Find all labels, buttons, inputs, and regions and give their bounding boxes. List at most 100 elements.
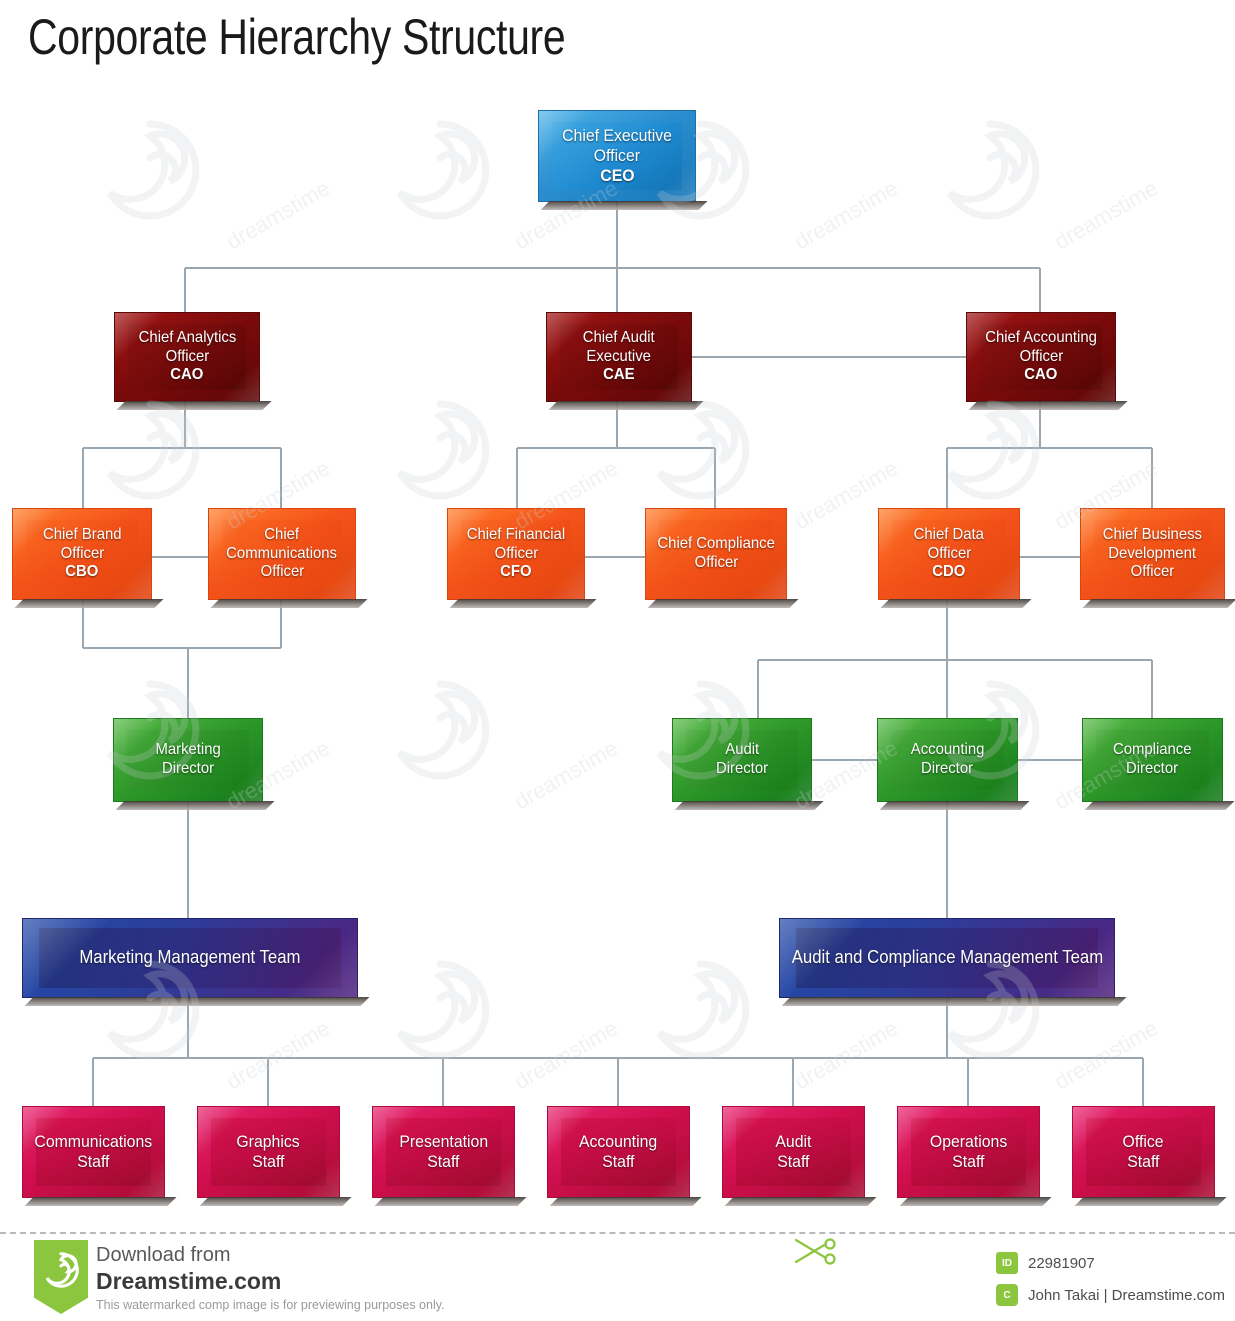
watermark-text: dreamstime [222, 1015, 334, 1094]
node-presentation-staff-line1: Presentation [399, 1131, 488, 1151]
spiral-icon [45, 1252, 79, 1288]
node-cbdo-line1: Chief Business [1102, 525, 1203, 543]
node-compliance-director[interactable]: Compliance Director [1082, 718, 1235, 810]
node-cfo-line2: Officer [494, 544, 538, 562]
node-shadow [374, 1197, 527, 1206]
node-shadow [899, 1197, 1052, 1206]
node-shadow [14, 599, 164, 608]
node-shadow [781, 997, 1127, 1006]
node-graphics-staff-line1: Graphics [236, 1131, 301, 1151]
node-communications-staff-line1: Communications [34, 1131, 153, 1151]
node-audit-staff[interactable]: Audit Staff [722, 1106, 877, 1206]
node-accounting-staff-line1: Accounting [579, 1131, 658, 1151]
node-shadow [116, 401, 272, 410]
node-shadow [115, 801, 275, 810]
node-marketing-management-team[interactable]: Marketing Management Team [22, 918, 370, 1006]
node-audit-staff-line1: Audit [775, 1131, 812, 1151]
id-chip-icon: ID [996, 1252, 1018, 1274]
node-shadow [968, 401, 1128, 410]
node-audit-director[interactable]: Audit Director [672, 718, 824, 810]
node-ceo-line2: Officer [593, 145, 641, 165]
node-shadow [647, 599, 799, 608]
image-id-row: ID 22981907 [996, 1252, 1095, 1274]
watermark-text: dreamstime [510, 735, 622, 814]
node-cdo-line1: Chief Data [913, 525, 985, 543]
node-cbdo-line3: Officer [1130, 563, 1175, 581]
scissors-icon [794, 1238, 836, 1265]
node-chief-brand-officer[interactable]: Chief Brand Officer CBO [12, 508, 164, 608]
node-cao-accounting-abbr: CAO [1024, 366, 1058, 384]
node-shadow [1084, 801, 1235, 810]
node-shadow [880, 599, 1032, 608]
node-graphics-staff-line2: Staff [252, 1152, 285, 1171]
node-cao-analytics-line1: Chief Analytics [138, 328, 236, 346]
node-cbo-abbr: CBO [65, 563, 99, 581]
node-cdo-abbr: CDO [932, 563, 966, 581]
node-cao-analytics-abbr: CAO [170, 366, 204, 384]
node-cao-accounting-line2: Officer [1019, 347, 1063, 365]
node-accounting-staff-line2: Staff [602, 1152, 635, 1171]
node-cdo-line2: Officer [927, 544, 971, 562]
node-chief-accounting-officer[interactable]: Chief Accounting Officer CAO [966, 312, 1128, 410]
node-chief-financial-officer[interactable]: Chief Financial Officer CFO [447, 508, 597, 608]
node-shadow [549, 1197, 702, 1206]
node-shadow [24, 1197, 177, 1206]
node-cbdo-line2: Development [1108, 544, 1197, 562]
node-office-staff-line1: Office [1122, 1131, 1165, 1151]
node-communications-staff[interactable]: Communications Staff [22, 1106, 177, 1206]
author-value[interactable]: John Takai | Dreamstime.com [1028, 1287, 1225, 1304]
node-cae-line2: Executive [586, 347, 652, 365]
node-chief-analytics-officer[interactable]: Chief Analytics Officer CAO [114, 312, 272, 410]
node-communications-staff-line2: Staff [77, 1152, 110, 1171]
copyright-chip-icon: C [996, 1284, 1018, 1306]
node-chief-compliance-officer[interactable]: Chief Compliance Officer [645, 508, 799, 608]
node-accounting-staff[interactable]: Accounting Staff [547, 1106, 702, 1206]
node-compliance-director-line1: Compliance [1113, 741, 1192, 759]
node-cbo-line1: Chief Brand [42, 525, 122, 543]
node-audit-staff-line2: Staff [777, 1152, 810, 1171]
node-shadow [548, 401, 704, 410]
image-id-value: 22981907 [1028, 1254, 1095, 1272]
node-chief-audit-executive[interactable]: Chief Audit Executive CAE [546, 312, 704, 410]
watermark-text: dreamstime [222, 175, 334, 254]
node-marketing-director-line2: Director [161, 760, 215, 777]
node-cbo-line2: Officer [60, 544, 104, 562]
node-accounting-director-line1: Accounting [910, 741, 985, 759]
node-shadow [24, 997, 370, 1006]
node-accounting-director-line2: Director [921, 760, 974, 777]
node-shadow [540, 201, 708, 210]
node-accounting-director[interactable]: Accounting Director [877, 718, 1030, 810]
node-presentation-staff-line2: Staff [427, 1152, 460, 1171]
author-row: C John Takai | Dreamstime.com [996, 1284, 1225, 1306]
node-operations-staff-line2: Staff [952, 1152, 985, 1171]
dreamstime-site-label[interactable]: Dreamstime.com [96, 1268, 281, 1295]
node-office-staff[interactable]: Office Staff [1072, 1106, 1227, 1206]
node-presentation-staff[interactable]: Presentation Staff [372, 1106, 527, 1206]
node-chief-communications-officer[interactable]: Chief Communications Officer [208, 508, 368, 608]
node-marketing-director-line1: Marketing [155, 741, 221, 759]
watermark-text: dreamstime [1050, 1015, 1162, 1094]
node-audit-director-line2: Director [715, 760, 769, 777]
node-ceo-abbr: CEO [599, 166, 635, 186]
node-cco-line2: Communications [226, 544, 338, 562]
node-shadow [199, 1197, 352, 1206]
node-shadow [1082, 599, 1235, 608]
node-shadow [674, 801, 824, 810]
node-marketing-director[interactable]: Marketing Director [113, 718, 275, 810]
watermark-disclaimer: This watermarked comp image is for previ… [96, 1298, 445, 1312]
node-chief-business-development-officer[interactable]: Chief Business Development Officer [1080, 508, 1235, 608]
node-office-staff-line2: Staff [1127, 1152, 1160, 1171]
node-chief-data-officer[interactable]: Chief Data Officer CDO [878, 508, 1032, 608]
node-operations-staff[interactable]: Operations Staff [897, 1106, 1052, 1206]
node-shadow [210, 599, 368, 608]
node-compliance-director-line2: Director [1126, 760, 1179, 777]
watermark-text: dreamstime [790, 175, 902, 254]
node-graphics-staff[interactable]: Graphics Staff [197, 1106, 352, 1206]
node-ceo[interactable]: Chief Executive Officer CEO [538, 110, 708, 210]
node-marketing-team-label: Marketing Management Team [79, 947, 301, 968]
node-ceo-line1: Chief Executive [562, 125, 672, 145]
node-cco-line1: Chief [264, 525, 300, 543]
node-shadow [1074, 1197, 1227, 1206]
node-audit-compliance-management-team[interactable]: Audit and Compliance Management Team [779, 918, 1127, 1006]
node-cae-line1: Chief Audit [583, 328, 655, 346]
